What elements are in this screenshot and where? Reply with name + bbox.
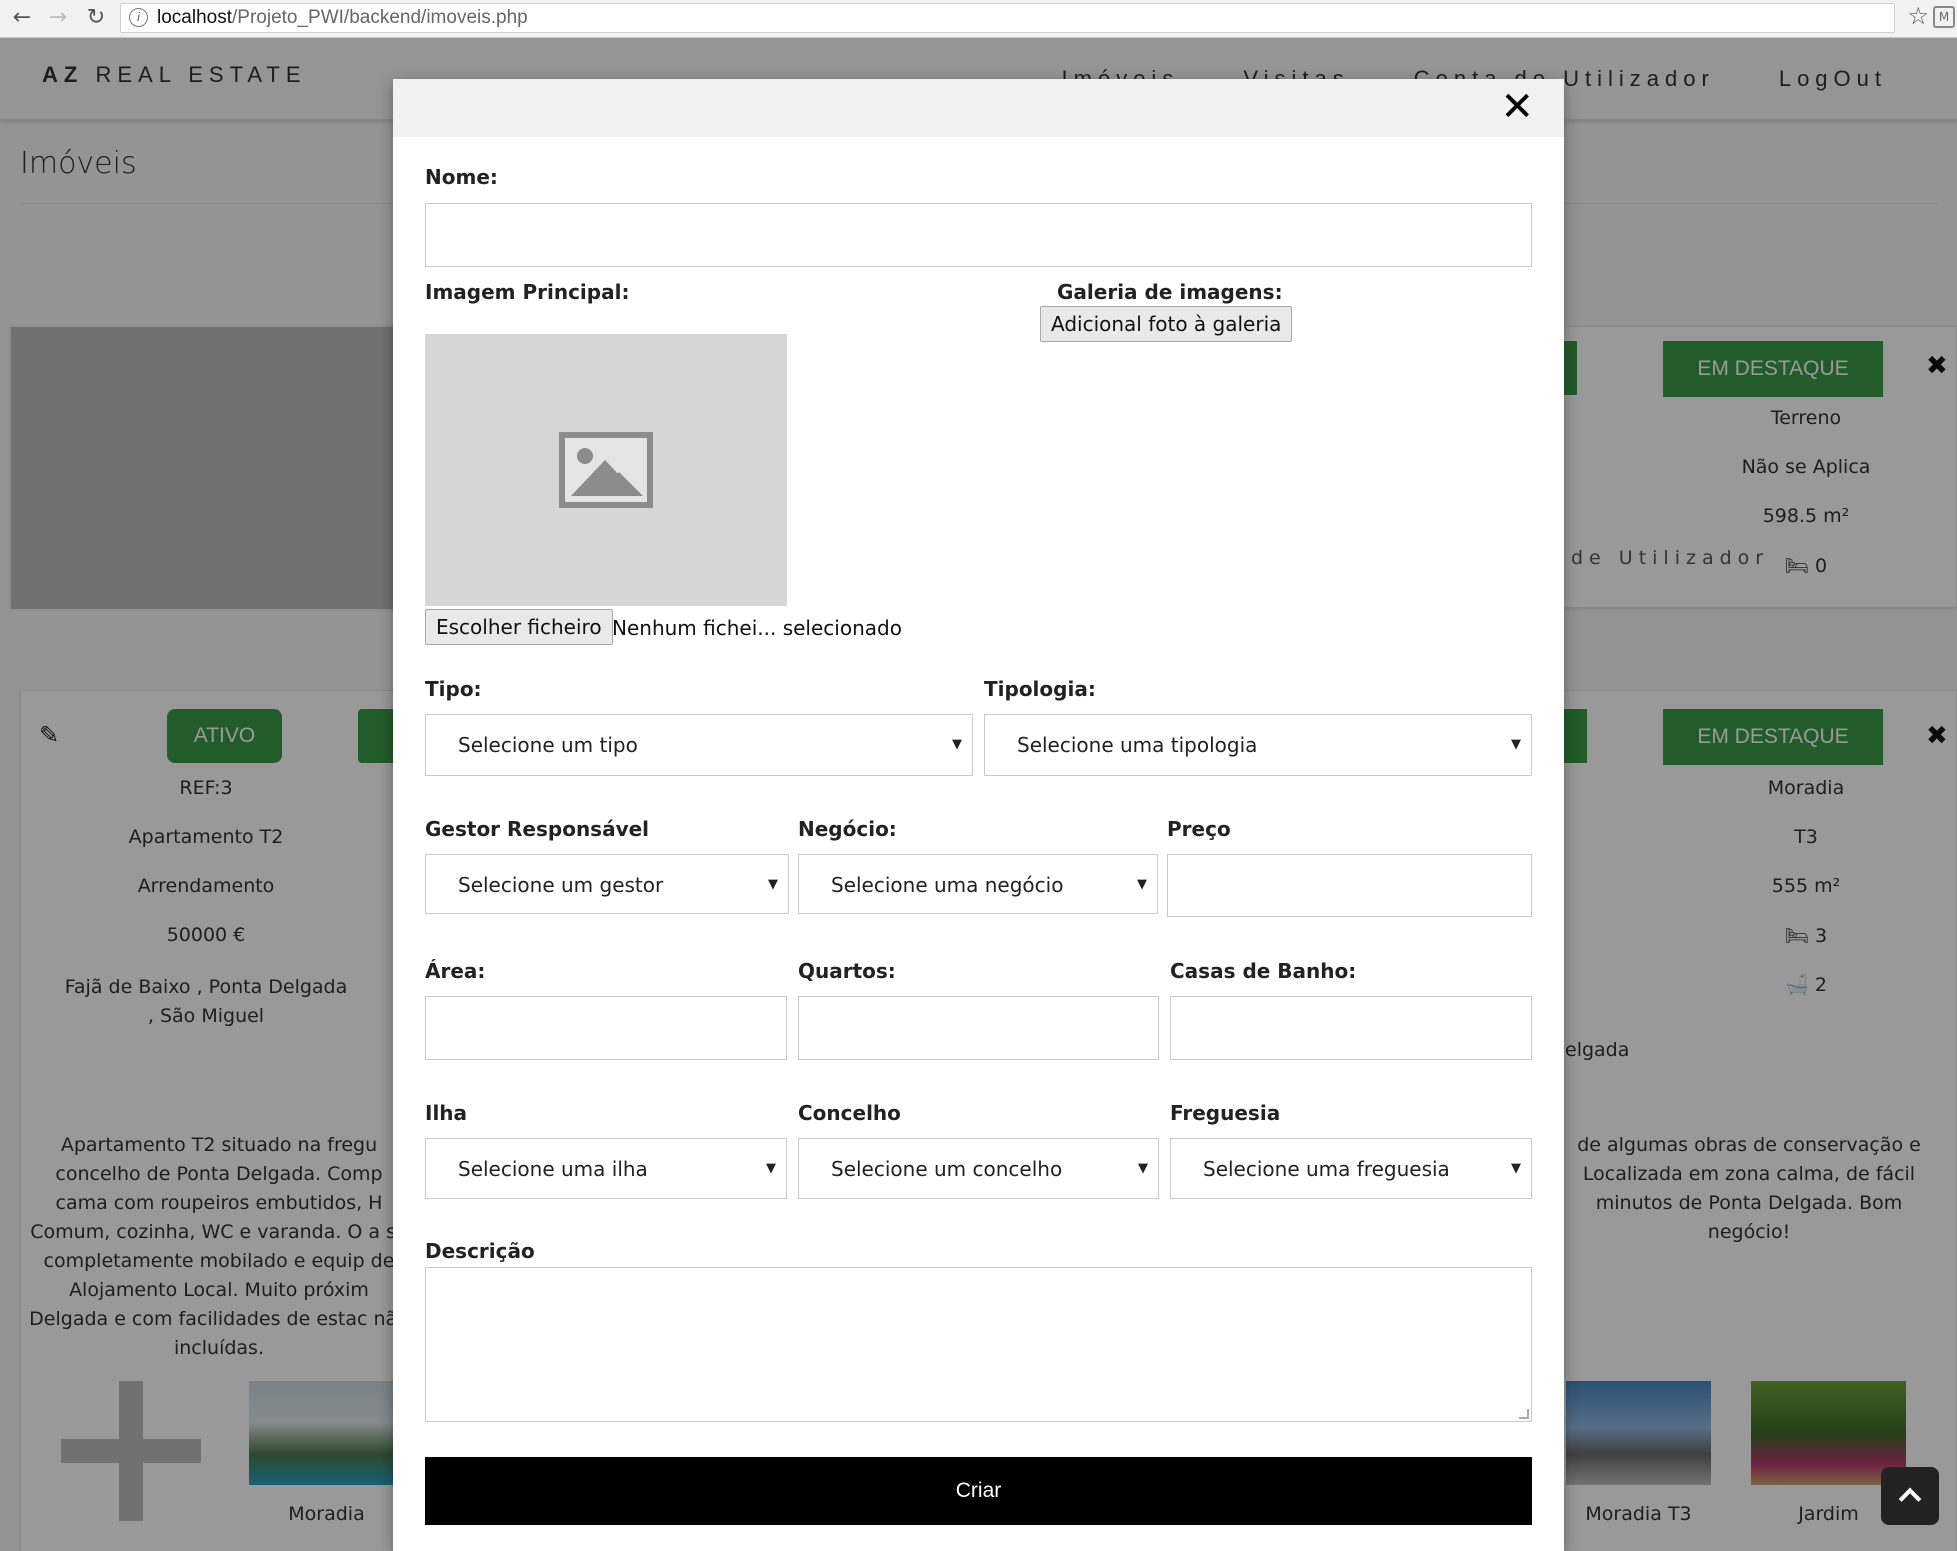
negocio-label: Negócio: (798, 817, 897, 841)
ilha-select[interactable]: Selecione uma ilha ▼ (425, 1138, 787, 1199)
area-label: Área: (425, 959, 486, 983)
extension-icon[interactable]: M (1933, 6, 1955, 28)
add-gallery-photo-button[interactable]: Adicional foto à galeria (1040, 306, 1293, 342)
ilha-label: Ilha (425, 1101, 468, 1125)
info-icon[interactable]: i (129, 8, 148, 27)
chevron-down-icon: ▼ (1138, 1161, 1148, 1176)
freguesia-label: Freguesia (1170, 1101, 1281, 1125)
galeria-label: Galeria de imagens: (1057, 280, 1283, 304)
scroll-to-top-button[interactable] (1881, 1467, 1939, 1525)
chevron-up-icon (1898, 1487, 1922, 1511)
bookmark-star-icon[interactable]: ☆ (1907, 2, 1929, 30)
descricao-textarea[interactable] (425, 1267, 1532, 1422)
url-host: localhost (157, 7, 232, 28)
casas-banho-input[interactable] (1170, 996, 1532, 1060)
address-bar[interactable]: i localhost/Projeto_PWI/backend/imoveis.… (120, 3, 1895, 33)
chevron-down-icon: ▼ (1511, 737, 1521, 752)
concelho-label: Concelho (798, 1101, 901, 1125)
area-input[interactable] (425, 996, 787, 1060)
tipologia-label: Tipologia: (984, 677, 1096, 701)
close-icon[interactable]: ✕ (1500, 87, 1534, 127)
quartos-input[interactable] (798, 996, 1159, 1060)
create-property-modal: ✕ Nome: Imagem Principal: Galeria de ima… (393, 79, 1564, 1551)
casas-banho-label: Casas de Banho: (1170, 959, 1357, 983)
chevron-down-icon: ▼ (1511, 1161, 1521, 1176)
tipo-label: Tipo: (425, 677, 482, 701)
preco-label: Preço (1167, 817, 1231, 841)
concelho-select[interactable]: Selecione um concelho ▼ (798, 1138, 1159, 1199)
gestor-select[interactable]: Selecione um gestor ▼ (425, 854, 789, 914)
chevron-down-icon: ▼ (766, 1161, 776, 1176)
choose-file-button[interactable]: Escolher ficheiro (425, 609, 613, 645)
preco-input[interactable] (1167, 854, 1532, 917)
file-status: Nenhum fichei... selecionado (612, 616, 902, 640)
negocio-select[interactable]: Selecione uma negócio ▼ (798, 854, 1158, 914)
reload-icon[interactable]: ↻ (82, 4, 110, 32)
descricao-label: Descrição (425, 1239, 535, 1263)
imagem-principal-label: Imagem Principal: (425, 280, 630, 304)
url-path: /Projeto_PWI/backend/imoveis.php (232, 7, 528, 28)
tipo-select[interactable]: Selecione um tipo ▼ (425, 714, 973, 776)
main-image-preview (425, 334, 787, 606)
gestor-label: Gestor Responsável (425, 817, 650, 841)
chevron-down-icon: ▼ (1137, 877, 1147, 892)
browser-toolbar: ← → ↻ i localhost/Projeto_PWI/backend/im… (0, 0, 1957, 38)
image-placeholder-icon (559, 432, 653, 508)
nome-label: Nome: (425, 165, 498, 189)
nome-input[interactable] (425, 203, 1532, 267)
back-arrow-icon[interactable]: ← (8, 4, 36, 32)
modal-header: ✕ (393, 79, 1564, 137)
chevron-down-icon: ▼ (952, 737, 962, 752)
freguesia-select[interactable]: Selecione uma freguesia ▼ (1170, 1138, 1532, 1199)
quartos-label: Quartos: (798, 959, 896, 983)
forward-arrow-icon[interactable]: → (44, 4, 72, 32)
create-button[interactable]: Criar (425, 1457, 1532, 1525)
tipologia-select[interactable]: Selecione uma tipologia ▼ (984, 714, 1532, 776)
chevron-down-icon: ▼ (768, 877, 778, 892)
resize-handle[interactable] (1519, 1409, 1529, 1419)
